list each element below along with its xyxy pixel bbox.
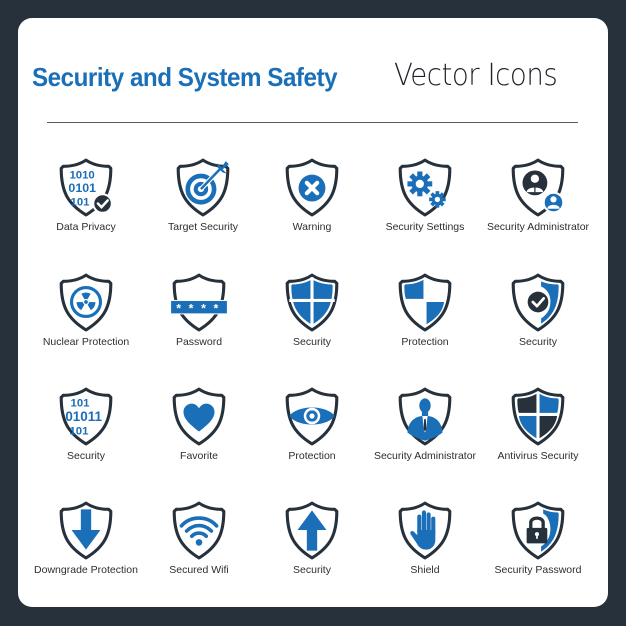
svg-text:1010: 1010	[69, 170, 94, 182]
checkered-shield-icon	[398, 273, 452, 332]
icon-label: Nuclear Protection	[42, 336, 130, 348]
gears-shield-icon	[398, 158, 452, 217]
down-arrow-shield-icon	[59, 501, 113, 560]
icon-tile-security-check: Security	[478, 271, 598, 348]
svg-text:*: *	[213, 301, 218, 315]
radiation-shield-icon	[59, 273, 113, 332]
icon-label: Secured Wifi	[169, 564, 229, 576]
password-shield-icon: * * * *	[170, 273, 228, 332]
target-arrow-shield-icon	[176, 158, 230, 217]
binary-shield-icon: 101 01011 101	[59, 387, 113, 446]
svg-text:*: *	[201, 301, 206, 315]
icon-label: Shield	[410, 564, 440, 576]
svg-text:01011: 01011	[65, 409, 102, 424]
icon-tile-secured-wifi: Secured Wifi	[139, 499, 259, 576]
icon-tile-target-security: Target Security	[143, 156, 263, 233]
icon-tile-security-password: Security Password	[478, 499, 598, 576]
icon-tile-security-administrator: Security Administrator	[478, 156, 598, 233]
businessman-shield-icon	[398, 387, 452, 446]
icon-tile-data-privacy: 1010 0101 101 Data Privacy	[26, 156, 146, 233]
icon-label: Security	[519, 336, 557, 348]
user-badge-shield-icon	[511, 158, 565, 217]
icon-tile-protection-eye: Protection	[252, 385, 372, 462]
icon-label: Security Settings	[385, 221, 465, 233]
checkmark-shield-icon	[511, 273, 565, 332]
icon-label: Protection	[288, 450, 336, 462]
svg-text:*: *	[189, 301, 194, 315]
icon-tile-security-up: Security	[252, 499, 372, 576]
x-circle-shield-icon	[285, 158, 339, 217]
padlock-shield-icon	[511, 501, 565, 560]
icon-tile-favorite: Favorite	[139, 385, 259, 462]
icon-label: Favorite	[180, 450, 218, 462]
icon-label: Warning	[292, 221, 332, 233]
icon-label: Security Administrator	[486, 221, 590, 233]
icon-label: Security	[67, 450, 105, 462]
icon-tile-password: * * * * Password	[139, 271, 259, 348]
icon-label: Data Privacy	[56, 221, 116, 233]
icon-label: Password	[175, 336, 223, 348]
icon-tile-antivirus-security: Antivirus Security	[478, 385, 598, 462]
quartered-shield-icon	[285, 273, 339, 332]
icon-label: Security	[293, 336, 331, 348]
icon-tile-security-settings: Security Settings	[365, 156, 485, 233]
icon-tile-downgrade-protection: Downgrade Protection	[26, 499, 146, 576]
icon-tile-security-binary: 101 01011 101 Security	[26, 385, 146, 462]
icon-label: Protection	[401, 336, 449, 348]
title-security-system-safety: Security and System Safety	[32, 62, 338, 92]
icon-label: Security Password	[494, 564, 582, 576]
wifi-shield-icon	[172, 501, 226, 560]
svg-text:101: 101	[71, 197, 90, 209]
icon-label: Antivirus Security	[497, 450, 579, 462]
icon-tile-warning: Warning	[252, 156, 372, 233]
icon-tile-nuclear-protection: Nuclear Protection	[26, 271, 146, 348]
icon-tile-protection-checkered: Protection	[365, 271, 485, 348]
binary-shield-check-icon: 1010 0101 101	[59, 158, 113, 217]
svg-text:0101: 0101	[68, 181, 96, 195]
icon-tile-security-administrator-2: Security Administrator	[365, 385, 485, 462]
svg-text:*: *	[176, 301, 181, 315]
icon-label: Target Security	[167, 221, 239, 233]
hand-shield-icon	[398, 501, 452, 560]
header-divider	[47, 122, 578, 123]
icon-tile-shield-hand: Shield	[365, 499, 485, 576]
heart-shield-icon	[172, 387, 226, 446]
icon-label: Security Administrator	[373, 450, 477, 462]
title-vector-icons: Vector Icons	[394, 58, 558, 93]
eye-shield-icon	[285, 387, 339, 446]
svg-text:101: 101	[69, 426, 88, 438]
icon-tile-security-quartered: Security	[252, 271, 372, 348]
up-arrow-shield-icon	[285, 501, 339, 560]
antivirus-shield-icon	[511, 387, 565, 446]
icon-label: Downgrade Protection	[34, 564, 138, 576]
icon-label: Security	[293, 564, 331, 576]
svg-text:101: 101	[71, 398, 90, 410]
